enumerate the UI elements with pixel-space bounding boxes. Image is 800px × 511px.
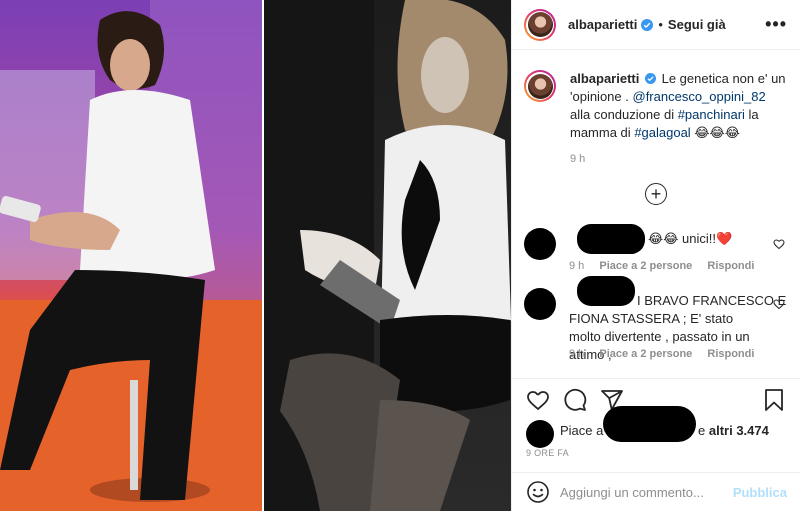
liker-avatar[interactable] xyxy=(526,420,554,448)
comment-text: 😂😂 unici!!❤️ xyxy=(648,231,733,246)
post-image[interactable] xyxy=(0,0,511,511)
hashtag-link-galagoal[interactable]: #galagoal xyxy=(634,125,690,140)
comment-text-line1: I BRAVO FRANCESCO E xyxy=(637,293,787,308)
post-photo-collage xyxy=(0,0,511,511)
likes-count-link[interactable]: e altri 3.474 xyxy=(698,423,769,438)
liker-username[interactable] xyxy=(603,406,696,442)
comment-reply-button[interactable]: Rispondi xyxy=(707,260,754,272)
left-photo xyxy=(0,0,262,511)
comment-bubble-icon[interactable] xyxy=(563,388,587,412)
comment-reply-button[interactable]: Rispondi xyxy=(707,348,754,360)
save-bookmark-icon[interactable] xyxy=(762,388,786,412)
caption-username[interactable]: albaparietti xyxy=(570,71,639,86)
comment-like-heart-icon[interactable] xyxy=(773,298,785,310)
publish-button[interactable]: Pubblica xyxy=(733,485,787,500)
plus-icon: + xyxy=(650,184,662,204)
caption-mention-link[interactable]: @francesco_oppini_82 xyxy=(633,89,766,104)
commenter-username[interactable] xyxy=(577,276,635,306)
comment-input[interactable] xyxy=(560,484,725,500)
comment-like-heart-icon[interactable] xyxy=(773,238,785,250)
following-button[interactable]: Segui già xyxy=(668,17,726,32)
comment-meta: 9 h Piace a 2 persone Rispondi xyxy=(569,348,766,360)
post-age[interactable]: 9 ORE FA xyxy=(526,448,569,458)
more-options-icon[interactable]: ••• xyxy=(765,14,787,35)
comment-meta: 9 h Piace a 2 persone Rispondi xyxy=(569,260,766,272)
add-comment-bar: Pubblica xyxy=(512,472,800,511)
post-header: albaparietti • Segui già ••• xyxy=(512,0,800,50)
verified-badge-icon xyxy=(644,73,656,84)
right-photo xyxy=(264,0,511,511)
likes-connector: e xyxy=(698,423,706,438)
post-caption: albaparietti Le genetica non e' un 'opin… xyxy=(524,70,789,168)
load-more-comments-button[interactable]: + xyxy=(645,183,667,205)
comment-likes-count[interactable]: Piace a 2 persone xyxy=(599,348,692,360)
commenter-avatar[interactable] xyxy=(524,288,556,320)
like-heart-icon[interactable] xyxy=(526,388,550,412)
caption-timestamp[interactable]: 9 h xyxy=(570,150,788,168)
actions-divider xyxy=(512,378,800,379)
comment-time[interactable]: 9 h xyxy=(569,260,584,272)
comment-likes-count[interactable]: Piace a 2 persone xyxy=(599,260,692,272)
comment-time[interactable]: 9 h xyxy=(569,348,584,360)
author-avatar[interactable] xyxy=(524,8,556,41)
hashtag-link-panchinari[interactable]: #panchinari xyxy=(678,107,745,122)
likes-prefix: Piace a xyxy=(560,423,604,438)
emoji-icon[interactable] xyxy=(526,480,550,504)
verified-badge-icon xyxy=(641,18,654,31)
comment-item: 😂😂 unici!!❤️ 9 h Piace a 2 persone Rispo… xyxy=(524,224,789,274)
commenter-avatar[interactable] xyxy=(524,228,556,260)
commenter-username[interactable] xyxy=(577,224,645,254)
post-actions xyxy=(526,388,624,412)
author-username[interactable]: albaparietti xyxy=(568,17,637,32)
post-details-panel: albaparietti • Segui già ••• albapariett… xyxy=(511,0,800,511)
caption-avatar[interactable] xyxy=(524,70,556,102)
header-separator: • xyxy=(658,17,663,32)
caption-emojis: 😂😂😂 xyxy=(694,125,740,140)
caption-text-2: alla conduzione di xyxy=(570,107,675,122)
comment-item: I BRAVO FRANCESCO E FIONA STASSERA ; E' … xyxy=(524,276,789,366)
likes-count[interactable]: altri 3.474 xyxy=(709,423,769,438)
